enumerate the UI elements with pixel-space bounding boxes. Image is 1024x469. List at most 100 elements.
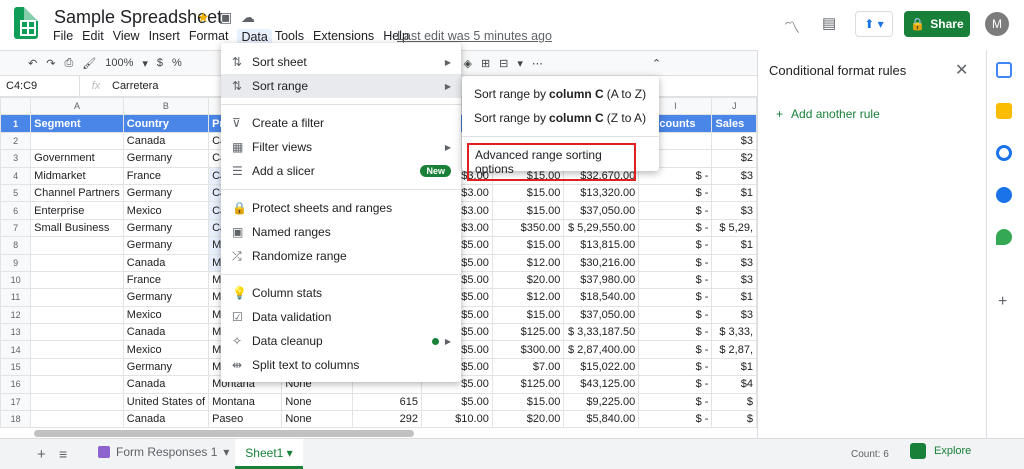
cell[interactable]: $3: [711, 166, 757, 185]
cell[interactable]: $ -: [638, 375, 713, 394]
cell[interactable]: Canada: [122, 323, 210, 342]
zoom-select[interactable]: 100%: [105, 57, 133, 69]
row-header[interactable]: 7: [0, 218, 32, 238]
cell[interactable]: $37,980.00: [563, 270, 640, 290]
move-folder-icon[interactable]: ▣: [219, 9, 232, 26]
name-box[interactable]: C4:C9: [0, 76, 80, 96]
tab-form-responses[interactable]: Form Responses 1 ▾: [98, 445, 229, 459]
cell[interactable]: 292: [352, 410, 423, 428]
cell[interactable]: Canada: [122, 410, 210, 428]
cell[interactable]: Mexico: [122, 201, 210, 220]
menu-item-protect[interactable]: 🔒 Protect sheets and ranges: [221, 196, 461, 220]
cell[interactable]: $ -: [638, 410, 713, 428]
cell[interactable]: Channel Partners: [30, 183, 124, 203]
cell[interactable]: $ -: [638, 340, 713, 359]
cell[interactable]: $3: [711, 131, 757, 151]
menu-item-data-validation[interactable]: ☑ Data validation: [221, 305, 461, 329]
cell[interactable]: None: [281, 410, 354, 428]
cell[interactable]: Government: [30, 149, 124, 168]
cell[interactable]: Sales: [711, 114, 757, 133]
paint-format-icon[interactable]: 🖌: [82, 57, 96, 70]
cell[interactable]: $12.00: [491, 253, 565, 272]
cell[interactable]: $15.00: [491, 236, 565, 255]
row-header[interactable]: 5: [0, 183, 32, 203]
cell[interactable]: Germany: [122, 218, 210, 238]
menu-view[interactable]: View: [113, 29, 146, 45]
cell[interactable]: Midmarket: [30, 166, 124, 185]
row-header[interactable]: 9: [0, 253, 32, 272]
cell[interactable]: [30, 288, 124, 307]
menu-item-add-slicer[interactable]: ☰ Add a slicer New: [221, 159, 461, 183]
cell[interactable]: $20.00: [491, 410, 565, 428]
cell[interactable]: United States of: [122, 392, 210, 412]
cell[interactable]: $4: [711, 375, 757, 394]
cell[interactable]: [30, 270, 124, 290]
collapse-toolbar-icon[interactable]: ⌃: [652, 57, 661, 70]
cell[interactable]: $13,320.00: [563, 183, 640, 203]
menu-item-split-text[interactable]: ⇹ Split text to columns: [221, 353, 461, 377]
menu-item-filter-views[interactable]: ▦ Filter views ▶: [221, 135, 461, 159]
cell[interactable]: Germany: [122, 183, 210, 203]
cell[interactable]: Germany: [122, 236, 210, 255]
row-header[interactable]: 2: [0, 131, 32, 151]
sheets-logo[interactable]: [14, 7, 38, 39]
cell[interactable]: $13,815.00: [563, 236, 640, 255]
star-icon[interactable]: ★: [197, 9, 210, 26]
cell[interactable]: Enterprise: [30, 201, 124, 220]
comment-icon[interactable]: ▤: [822, 14, 836, 32]
cell[interactable]: $ -: [638, 305, 713, 325]
cell[interactable]: $5,840.00: [563, 410, 640, 428]
present-button[interactable]: ⬆ ▾: [855, 11, 893, 37]
cell[interactable]: $3: [711, 270, 757, 290]
row-header[interactable]: 8: [0, 236, 32, 255]
sort-a-to-z-item[interactable]: Sort range by column C (A to Z): [462, 82, 659, 106]
cell[interactable]: $ 3,33,: [711, 323, 757, 342]
fill-color-icon[interactable]: ◈: [463, 57, 471, 70]
cell[interactable]: $1: [711, 357, 757, 377]
row-header[interactable]: 11: [0, 288, 32, 307]
cell[interactable]: $ -: [638, 288, 713, 307]
menu-item-data-cleanup[interactable]: ✧ Data cleanup ▶: [221, 329, 461, 353]
column-header[interactable]: B: [122, 97, 210, 116]
advanced-sort-item[interactable]: Advanced range sorting options: [467, 143, 636, 181]
menu-edit[interactable]: Edit: [82, 29, 110, 45]
cell[interactable]: $ 5,29,: [711, 218, 757, 238]
sort-z-to-a-item[interactable]: Sort range by column C (Z to A): [462, 106, 659, 130]
row-header[interactable]: 13: [0, 323, 32, 342]
cell[interactable]: $7.00: [491, 357, 565, 377]
row-header[interactable]: 17: [0, 392, 32, 412]
avatar[interactable]: M: [985, 12, 1009, 36]
cell[interactable]: $15.00: [491, 392, 565, 412]
activity-icon[interactable]: 〽: [784, 14, 800, 38]
column-header[interactable]: J: [711, 97, 757, 116]
menu-item-sort-sheet[interactable]: ⇅ Sort sheet ▶: [221, 50, 461, 74]
add-addon-icon[interactable]: +: [998, 293, 1007, 311]
maps-icon[interactable]: [996, 229, 1012, 245]
cell[interactable]: $ 2,87,: [711, 340, 757, 359]
row-header[interactable]: 6: [0, 201, 32, 220]
cell[interactable]: $ -: [638, 236, 713, 255]
row-header[interactable]: 15: [0, 357, 32, 377]
cell[interactable]: $3: [711, 201, 757, 220]
cell[interactable]: [30, 410, 124, 428]
cell[interactable]: France: [122, 166, 210, 185]
cell[interactable]: Country: [122, 114, 210, 133]
cell[interactable]: $1: [711, 236, 757, 255]
row-header[interactable]: 16: [0, 375, 32, 394]
percent-button[interactable]: %: [172, 57, 182, 69]
add-rule-button[interactable]: + Add another rule: [776, 107, 880, 121]
cell[interactable]: $30,216.00: [563, 253, 640, 272]
cell[interactable]: Montana: [208, 392, 283, 412]
menu-item-randomize[interactable]: ⤮ Randomize range: [221, 244, 461, 268]
cell[interactable]: [30, 375, 124, 394]
last-edit-link[interactable]: Last edit was 5 minutes ago: [397, 29, 552, 43]
cell[interactable]: $: [711, 410, 757, 428]
cell[interactable]: $ 2,87,400.00: [563, 340, 640, 359]
row-header[interactable]: 18: [0, 410, 32, 428]
row-header[interactable]: 14: [0, 340, 32, 359]
cell[interactable]: [30, 323, 124, 342]
cell[interactable]: None: [281, 392, 354, 412]
cell[interactable]: $ -: [638, 270, 713, 290]
cell[interactable]: $2: [711, 149, 757, 168]
cell[interactable]: Germany: [122, 288, 210, 307]
